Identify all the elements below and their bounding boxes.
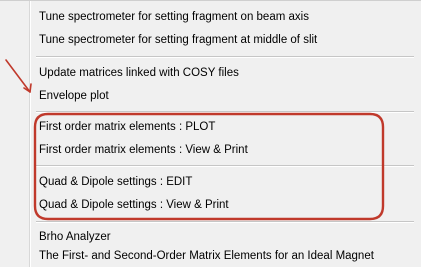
menu-separator <box>36 56 414 58</box>
menu-separator <box>36 221 414 223</box>
menu-item-matrix-view-print[interactable]: First order matrix elements : View & Pri… <box>32 139 417 161</box>
menu-item-tune-beam-axis[interactable]: Tune spectrometer for setting fragment o… <box>32 6 417 28</box>
menu-item-label: First order matrix elements : PLOT <box>39 121 216 133</box>
menu-item-quad-dipole-view-print[interactable]: Quad & Dipole settings : View & Print <box>32 194 417 216</box>
menu-item-envelope-plot[interactable]: Envelope plot <box>32 85 417 107</box>
menu-item-label: Envelope plot <box>39 90 109 102</box>
menu-item-label: Update matrices linked with COSY files <box>39 67 239 79</box>
menu-item-update-matrices[interactable]: Update matrices linked with COSY files <box>32 62 417 84</box>
menu-item-label: The First- and Second-Order Matrix Eleme… <box>39 250 374 262</box>
menu-item-label: Quad & Dipole settings : View & Print <box>39 199 229 211</box>
menu-separator <box>36 111 414 113</box>
menu-item-label: Quad & Dipole settings : EDIT <box>39 176 193 188</box>
menu-item-tune-middle-slit[interactable]: Tune spectrometer for setting fragment a… <box>32 29 417 51</box>
menu-item-label: First order matrix elements : View & Pri… <box>39 144 248 156</box>
menu-gutter-highlight <box>30 1 31 267</box>
menu-item-quad-dipole-edit[interactable]: Quad & Dipole settings : EDIT <box>32 171 417 193</box>
menu-item-matrix-plot[interactable]: First order matrix elements : PLOT <box>32 116 417 138</box>
menu-item-label: Tune spectrometer for setting fragment a… <box>39 34 318 46</box>
menu-item-label: Brho Analyzer <box>39 231 111 243</box>
menu-item-label: Tune spectrometer for setting fragment o… <box>39 11 309 23</box>
menu-item-ideal-magnet-elements[interactable]: The First- and Second-Order Matrix Eleme… <box>32 245 417 267</box>
context-menu: Tune spectrometer for setting fragment o… <box>0 0 421 267</box>
menu-separator <box>36 165 414 167</box>
